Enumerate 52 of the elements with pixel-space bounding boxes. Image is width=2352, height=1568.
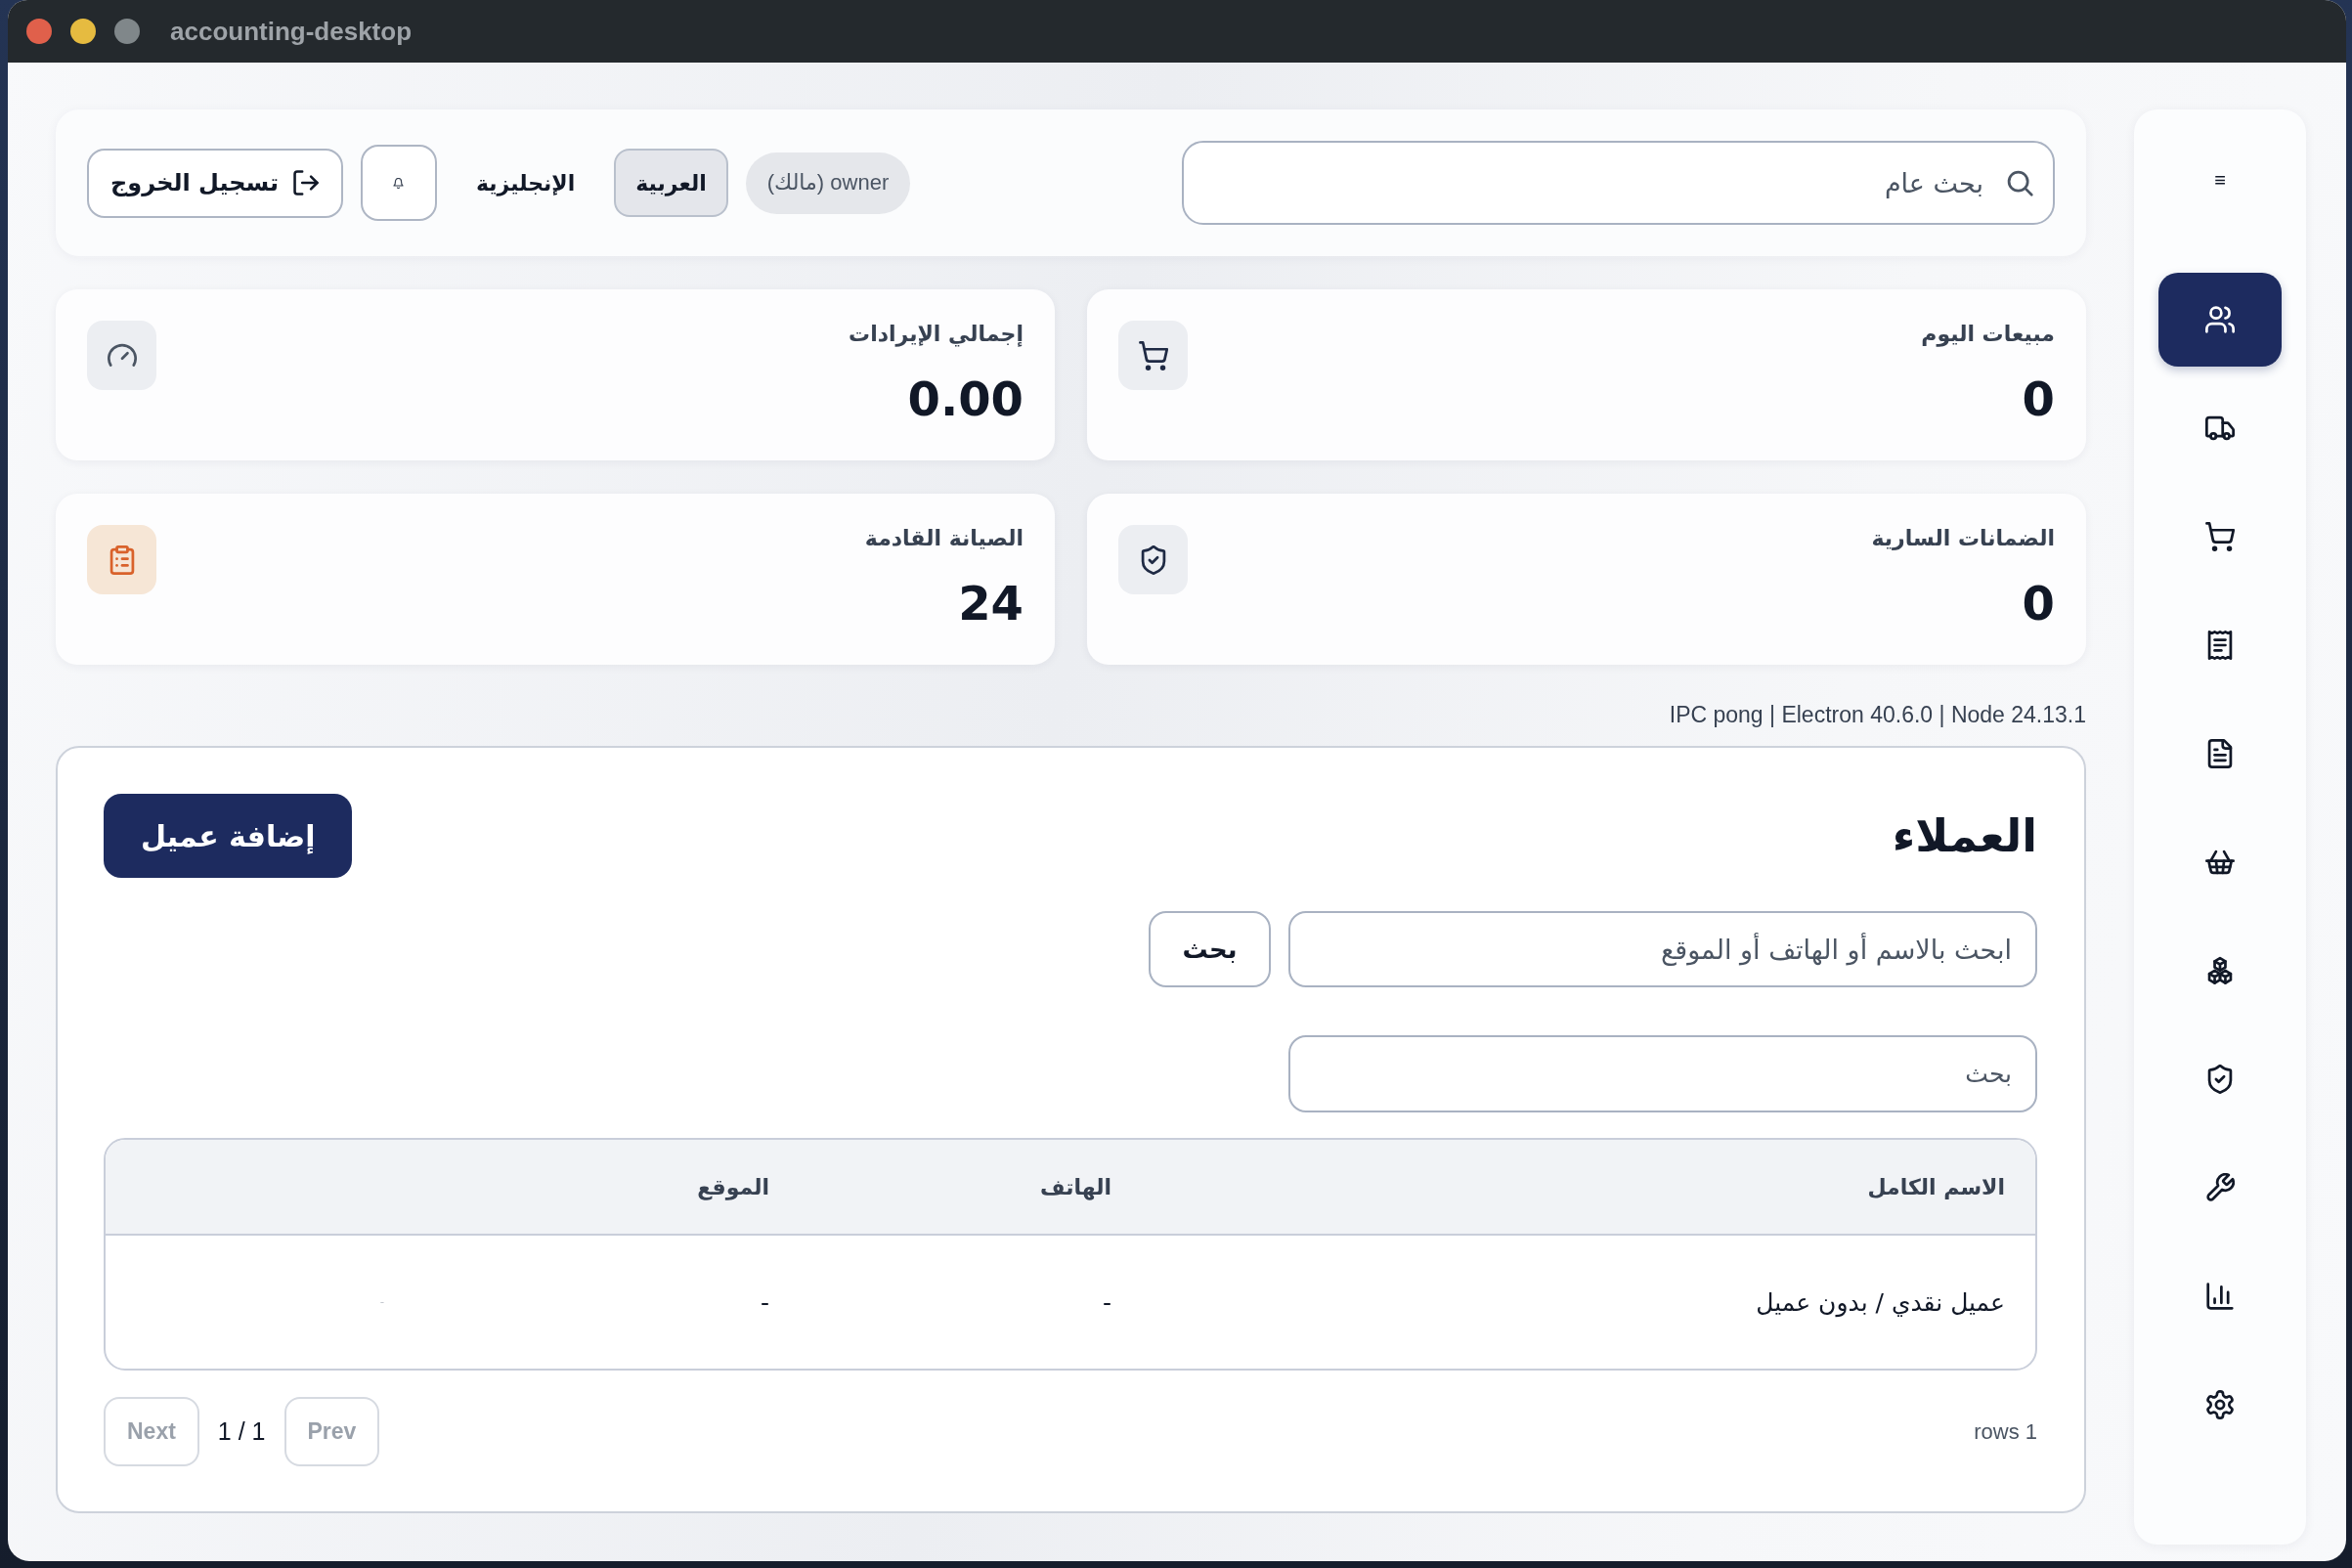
shield-check-icon: [1118, 525, 1188, 594]
close-dot-icon[interactable]: [26, 19, 52, 44]
column-header: الاسم الكامل: [1866, 1174, 2006, 1199]
table-cell-text: عميل نقدي / بدون عميل: [1755, 1287, 2006, 1317]
search-field[interactable]: بحث عام: [1182, 141, 2055, 225]
stat-title: الصيانة القادمة: [864, 525, 1024, 552]
stat-value: 0.00: [907, 371, 1024, 426]
stat-title: الضمانات السارية: [1871, 525, 2055, 552]
zoom-dot-icon[interactable]: [114, 19, 140, 44]
table-cell-text: -: [759, 1287, 770, 1317]
panel-title: العملاء: [1892, 809, 2037, 862]
bar-chart-icon: [2205, 1282, 2235, 1311]
column-header: الموقع: [696, 1174, 770, 1199]
stat-value: 0: [2022, 371, 2055, 426]
user-badge: owner (مالك): [745, 152, 911, 214]
menu-button[interactable]: ≡: [2214, 168, 2226, 192]
add-customer-button[interactable]: إضافة عميل: [104, 794, 353, 878]
stat-value: 24: [958, 576, 1024, 631]
search-field[interactable]: بحث: [1288, 1035, 2037, 1112]
shield-check-icon: [2205, 1065, 2235, 1094]
truck-icon: [2205, 414, 2235, 443]
stat-title: مبيعات اليوم: [1921, 321, 2055, 348]
logout-icon: [292, 169, 320, 196]
page-indicator: 1 / 1: [217, 1417, 266, 1446]
receipt-icon: [2205, 631, 2235, 660]
document-icon: [2205, 739, 2235, 768]
stat-value: 0: [2022, 576, 2055, 631]
table-cell-text: -: [378, 1295, 385, 1309]
language-button[interactable]: الإنجليزية: [455, 149, 597, 217]
row-count: rows 1: [1974, 1418, 2037, 1445]
clipboard-list-icon: [87, 525, 156, 594]
bell-icon: [393, 177, 405, 189]
language-button[interactable]: العربية: [614, 149, 728, 217]
window-title: accounting-desktop: [170, 16, 412, 47]
minimize-dot-icon[interactable]: [70, 19, 96, 44]
users-icon: [2205, 305, 2235, 334]
logout-button[interactable]: تسجيل الخروج: [87, 148, 343, 218]
basket-icon: [2205, 848, 2235, 877]
column-header: الهاتف: [1038, 1174, 1112, 1199]
version-info: IPC pong | Electron 40.6.0 | Node 24.13.1: [1669, 701, 2086, 729]
gauge-icon: [87, 321, 156, 390]
settings-icon: [2205, 1390, 2235, 1419]
cart-icon: [1118, 321, 1188, 390]
search-button[interactable]: بحث: [1149, 911, 1271, 987]
boxes-icon: [2205, 956, 2235, 985]
wrench-icon: [2205, 1173, 2235, 1202]
cart-icon: [2205, 522, 2235, 551]
search-icon: [2005, 168, 2034, 197]
stat-title: إجمالي الإيرادات: [849, 321, 1024, 348]
sidebar-item[interactable]: [2158, 273, 2282, 367]
search-field[interactable]: ابحث بالاسم أو الهاتف أو الموقع: [1288, 911, 2037, 987]
table-cell-text: -: [1101, 1287, 1112, 1317]
